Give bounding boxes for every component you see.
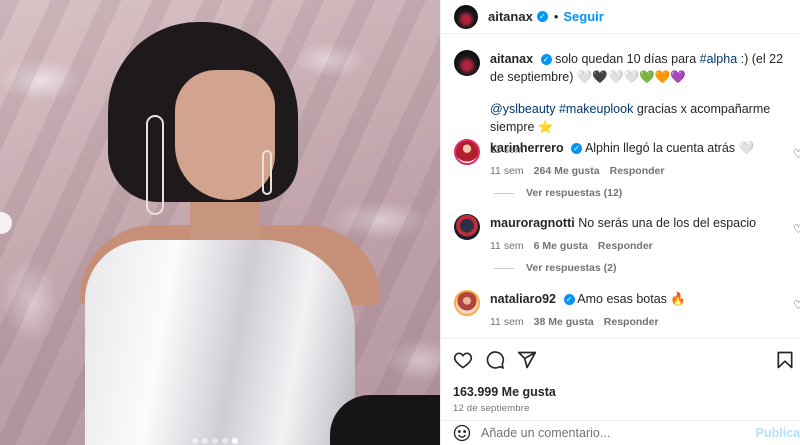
commenter-avatar[interactable] — [454, 214, 480, 240]
carousel-dot-active — [232, 438, 238, 444]
caption-avatar[interactable] — [454, 50, 480, 76]
share-icon[interactable] — [517, 350, 537, 370]
verified-badge-icon: ✓ — [536, 11, 548, 22]
view-replies-label: Ver respuestas (12) — [526, 187, 623, 199]
like-comment-heart-icon[interactable]: ♡ — [793, 147, 800, 161]
heart-icon[interactable] — [453, 350, 473, 370]
action-bar: 163.999 Me gusta 12 de septiembre — [441, 338, 800, 414]
verified-badge-icon: ✓ — [540, 54, 552, 66]
comment-likes[interactable]: 6 Me gusta — [534, 240, 588, 252]
caption-text-before: solo quedan 10 días para — [555, 52, 700, 66]
comment-time[interactable]: 11 sem — [490, 165, 524, 177]
carousel-dot — [202, 438, 208, 444]
mention-link[interactable]: @yslbeauty — [490, 102, 556, 116]
reply-button[interactable]: Responder — [598, 240, 653, 252]
comment-text: Alphin llegó la cuenta atrás 🤍 — [584, 141, 755, 155]
photo-face — [175, 70, 275, 200]
comment-input[interactable] — [481, 426, 741, 440]
carousel-dot — [192, 438, 198, 444]
comment-item: nataliaro92 ✓ Amo esas botas 🔥 11 sem 38… — [454, 290, 800, 328]
verified-badge-icon: ✓ — [571, 143, 583, 155]
follow-button[interactable]: Seguir — [563, 9, 603, 24]
reply-button[interactable]: Responder — [604, 316, 659, 328]
caption-username[interactable]: aitanax — [490, 52, 533, 66]
comment-likes[interactable]: 38 Me gusta — [534, 316, 594, 328]
photo-dress — [85, 240, 355, 445]
comment-item: mauroragnotti No serás una de los del es… — [454, 214, 800, 252]
photo-earring-right — [262, 150, 272, 195]
hashtag-link[interactable]: #makeuplook — [559, 102, 633, 116]
post-sidebar: aitanax ✓ • Seguir aitanax ✓ solo quedan… — [440, 0, 800, 445]
comment-text: No serás una de los del espacio — [578, 216, 757, 230]
post-photo[interactable] — [0, 0, 440, 445]
photo-earring — [146, 115, 164, 215]
comment-text: Amo esas botas 🔥 — [577, 292, 686, 306]
author-avatar[interactable] — [454, 4, 478, 29]
carousel-dot — [222, 438, 228, 444]
view-replies-button[interactable]: Ver respuestas (2) — [494, 262, 616, 274]
commenter-avatar[interactable] — [454, 139, 480, 165]
view-replies-label: Ver respuestas (2) — [526, 262, 617, 274]
post-header: aitanax ✓ • Seguir — [441, 0, 800, 34]
like-comment-heart-icon[interactable]: ♡ — [793, 222, 800, 236]
comment-time[interactable]: 11 sem — [490, 316, 524, 328]
comment-likes[interactable]: 264 Me gusta — [534, 165, 600, 177]
replies-divider — [494, 192, 514, 194]
photo-jacket — [330, 395, 440, 445]
verified-badge-icon: ✓ — [563, 294, 575, 306]
commenter-username[interactable]: nataliaro92 — [490, 292, 556, 306]
comment-time[interactable]: 11 sem — [490, 240, 524, 252]
comment-item: karinherrero ✓ Alphin llegó la cuenta at… — [454, 139, 800, 177]
comments-list[interactable]: aitanax ✓ solo quedan 10 días para #alph… — [441, 40, 800, 338]
post-comment-button[interactable]: Publicar — [756, 426, 800, 440]
post-date[interactable]: 12 de septiembre — [453, 403, 789, 414]
likes-count[interactable]: 163.999 Me gusta — [453, 385, 789, 399]
comment-icon[interactable] — [485, 350, 505, 370]
author-username[interactable]: aitanax — [488, 9, 533, 24]
commenter-username[interactable]: mauroragnotti — [490, 216, 575, 230]
add-comment-form: Publicar — [441, 420, 800, 445]
reply-button[interactable]: Responder — [610, 165, 665, 177]
header-separator: • — [553, 9, 559, 24]
like-comment-heart-icon[interactable]: ♡ — [793, 298, 800, 312]
carousel-indicator — [192, 438, 238, 444]
replies-divider — [494, 267, 514, 269]
carousel-dot — [212, 438, 218, 444]
bookmark-icon[interactable] — [775, 350, 795, 370]
commenter-username[interactable]: karinherrero — [490, 141, 564, 155]
commenter-avatar[interactable] — [454, 290, 480, 316]
emoji-icon[interactable] — [453, 424, 471, 442]
hashtag-link[interactable]: #alpha — [700, 52, 738, 66]
view-replies-button[interactable]: Ver respuestas (12) — [494, 187, 622, 199]
